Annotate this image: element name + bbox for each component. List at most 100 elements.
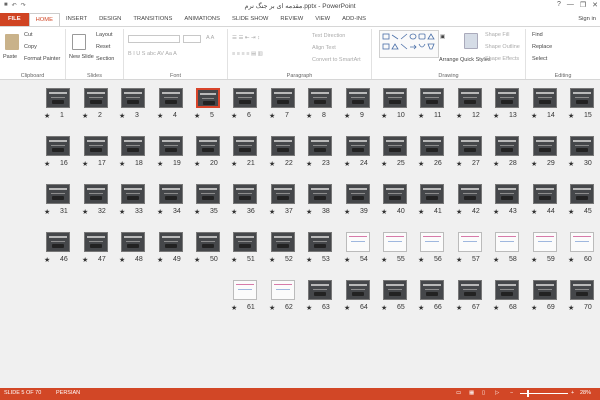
slide-thumbnail-47[interactable]: [84, 232, 108, 252]
slide-transition-icon[interactable]: ★: [344, 160, 350, 168]
tab-slide-show[interactable]: SLIDE SHOW: [226, 13, 274, 26]
layout-button[interactable]: Layout: [96, 32, 113, 38]
slide-thumbnail-35[interactable]: [196, 184, 220, 204]
slide-transition-icon[interactable]: ★: [306, 256, 312, 264]
shapes-gallery[interactable]: [379, 30, 439, 58]
slide-thumbnail-27[interactable]: [458, 136, 482, 156]
align-icons[interactable]: ≡ ≡ ≡ ≡ ▤ ▥: [232, 51, 263, 57]
slide-transition-icon[interactable]: ★: [269, 112, 275, 120]
slide-thumbnail-16[interactable]: [46, 136, 70, 156]
slide-transition-icon[interactable]: ★: [306, 208, 312, 216]
slide-thumbnail-56[interactable]: [420, 232, 444, 252]
slide-transition-icon[interactable]: ★: [157, 160, 163, 168]
slide-thumbnail-40[interactable]: [383, 184, 407, 204]
slide-thumbnail-48[interactable]: [121, 232, 145, 252]
slide-thumbnail-60[interactable]: [570, 232, 594, 252]
slide-transition-icon[interactable]: ★: [157, 208, 163, 216]
slide-thumbnail-17[interactable]: [84, 136, 108, 156]
slide-thumbnail-53[interactable]: [308, 232, 332, 252]
slide-transition-icon[interactable]: ★: [381, 208, 387, 216]
slide-transition-icon[interactable]: ★: [44, 112, 50, 120]
slide-thumbnail-43[interactable]: [495, 184, 519, 204]
slide-transition-icon[interactable]: ★: [418, 304, 424, 312]
slide-transition-icon[interactable]: ★: [493, 304, 499, 312]
slide-transition-icon[interactable]: ★: [493, 208, 499, 216]
slide-transition-icon[interactable]: ★: [231, 304, 237, 312]
slide-thumbnail-12[interactable]: [458, 88, 482, 108]
slide-transition-icon[interactable]: ★: [493, 160, 499, 168]
slide-transition-icon[interactable]: ★: [531, 304, 537, 312]
restore-icon[interactable]: ❐: [580, 1, 586, 9]
select-button[interactable]: Select: [532, 56, 547, 62]
copy-button[interactable]: Copy: [24, 44, 37, 50]
slide-thumbnail-32[interactable]: [84, 184, 108, 204]
slide-transition-icon[interactable]: ★: [568, 160, 574, 168]
slide-transition-icon[interactable]: ★: [306, 160, 312, 168]
slide-thumbnail-5[interactable]: [196, 88, 220, 108]
slide-thumbnail-25[interactable]: [383, 136, 407, 156]
slide-transition-icon[interactable]: ★: [493, 256, 499, 264]
slide-thumbnail-68[interactable]: [495, 280, 519, 300]
slide-thumbnail-6[interactable]: [233, 88, 257, 108]
minimize-icon[interactable]: —: [567, 1, 574, 9]
slide-thumbnail-28[interactable]: [495, 136, 519, 156]
slide-transition-icon[interactable]: ★: [418, 160, 424, 168]
paste-button[interactable]: Paste: [3, 54, 17, 60]
format-painter-button[interactable]: Format Painter: [24, 56, 60, 62]
slide-transition-icon[interactable]: ★: [568, 208, 574, 216]
slide-thumbnail-55[interactable]: [383, 232, 407, 252]
slide-thumbnail-51[interactable]: [233, 232, 257, 252]
slideshow-view-icon[interactable]: ▷: [495, 390, 499, 396]
slide-thumbnail-69[interactable]: [533, 280, 557, 300]
slide-transition-icon[interactable]: ★: [119, 208, 125, 216]
slide-thumbnail-10[interactable]: [383, 88, 407, 108]
slide-thumbnail-39[interactable]: [346, 184, 370, 204]
slide-thumbnail-38[interactable]: [308, 184, 332, 204]
tab-add-ins[interactable]: ADD-INS: [336, 13, 372, 26]
slide-thumbnail-8[interactable]: [308, 88, 332, 108]
slide-transition-icon[interactable]: ★: [44, 160, 50, 168]
slide-thumbnail-61[interactable]: [233, 280, 257, 300]
slide-thumbnail-24[interactable]: [346, 136, 370, 156]
sign-in-link[interactable]: Sign in: [578, 16, 596, 22]
slide-transition-icon[interactable]: ★: [231, 256, 237, 264]
replace-button[interactable]: Replace: [532, 44, 552, 50]
zoom-level[interactable]: 28%: [580, 390, 591, 396]
convert-smartart-button[interactable]: Convert to SmartArt: [312, 57, 361, 63]
slide-thumbnail-57[interactable]: [458, 232, 482, 252]
slide-transition-icon[interactable]: ★: [269, 256, 275, 264]
slide-transition-icon[interactable]: ★: [344, 208, 350, 216]
slide-transition-icon[interactable]: ★: [456, 112, 462, 120]
slide-transition-icon[interactable]: ★: [119, 112, 125, 120]
slide-transition-icon[interactable]: ★: [231, 160, 237, 168]
slide-thumbnail-13[interactable]: [495, 88, 519, 108]
slide-transition-icon[interactable]: ★: [44, 256, 50, 264]
align-text-button[interactable]: Align Text: [312, 45, 336, 51]
slide-transition-icon[interactable]: ★: [568, 256, 574, 264]
slide-thumbnail-20[interactable]: [196, 136, 220, 156]
slide-thumbnail-49[interactable]: [159, 232, 183, 252]
slide-thumbnail-41[interactable]: [420, 184, 444, 204]
tab-animations[interactable]: ANIMATIONS: [178, 13, 226, 26]
arrange-icon[interactable]: ▣: [440, 34, 445, 40]
slide-transition-icon[interactable]: ★: [82, 112, 88, 120]
slide-thumbnail-18[interactable]: [121, 136, 145, 156]
language-status[interactable]: PERSIAN: [56, 390, 80, 396]
slide-thumbnail-63[interactable]: [308, 280, 332, 300]
slide-thumbnail-29[interactable]: [533, 136, 557, 156]
slide-thumbnail-3[interactable]: [121, 88, 145, 108]
help-icon[interactable]: ?: [557, 1, 561, 9]
slide-thumbnail-54[interactable]: [346, 232, 370, 252]
font-format-icons[interactable]: B I U S abc AV Aa A: [128, 51, 177, 57]
slide-transition-icon[interactable]: ★: [381, 304, 387, 312]
slide-transition-icon[interactable]: ★: [418, 208, 424, 216]
slide-transition-icon[interactable]: ★: [194, 256, 200, 264]
cut-button[interactable]: Cut: [24, 32, 33, 38]
slide-thumbnail-45[interactable]: [570, 184, 594, 204]
slide-thumbnail-64[interactable]: [346, 280, 370, 300]
slide-thumbnail-1[interactable]: [46, 88, 70, 108]
font-size-field[interactable]: [183, 35, 201, 43]
grow-font-icon[interactable]: A A: [206, 35, 214, 41]
slide-transition-icon[interactable]: ★: [456, 304, 462, 312]
slide-thumbnail-58[interactable]: [495, 232, 519, 252]
